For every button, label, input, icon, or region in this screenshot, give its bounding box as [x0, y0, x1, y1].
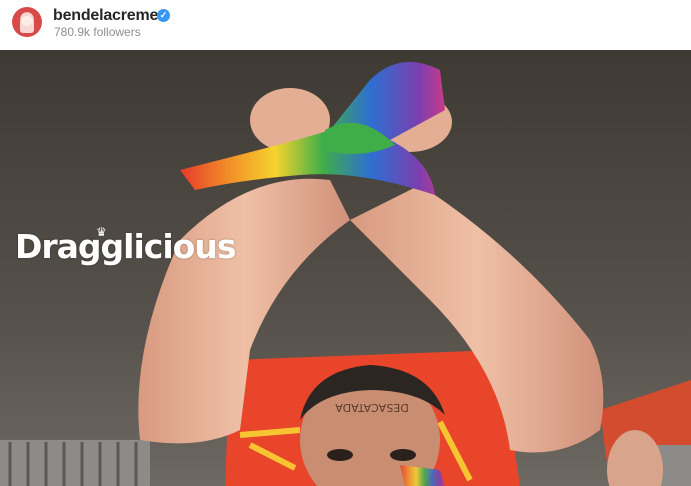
- username-link[interactable]: bendelacreme: [53, 7, 158, 25]
- crown-icon: ♛: [96, 225, 107, 239]
- forehead-text: DESACATADA: [335, 401, 409, 414]
- verified-badge-icon: ✓: [157, 9, 170, 22]
- post-header: bendelacreme ✓ 780.9k followers: [0, 0, 691, 50]
- dragglicious-watermark: Dragglicious: [15, 227, 236, 266]
- avatar[interactable]: [12, 7, 42, 37]
- followers-count: 780.9k followers: [54, 25, 141, 39]
- post-photo[interactable]: DESACATADA Dragglicious ♛: [0, 50, 691, 486]
- photo-scene: DESACATADA: [0, 50, 691, 486]
